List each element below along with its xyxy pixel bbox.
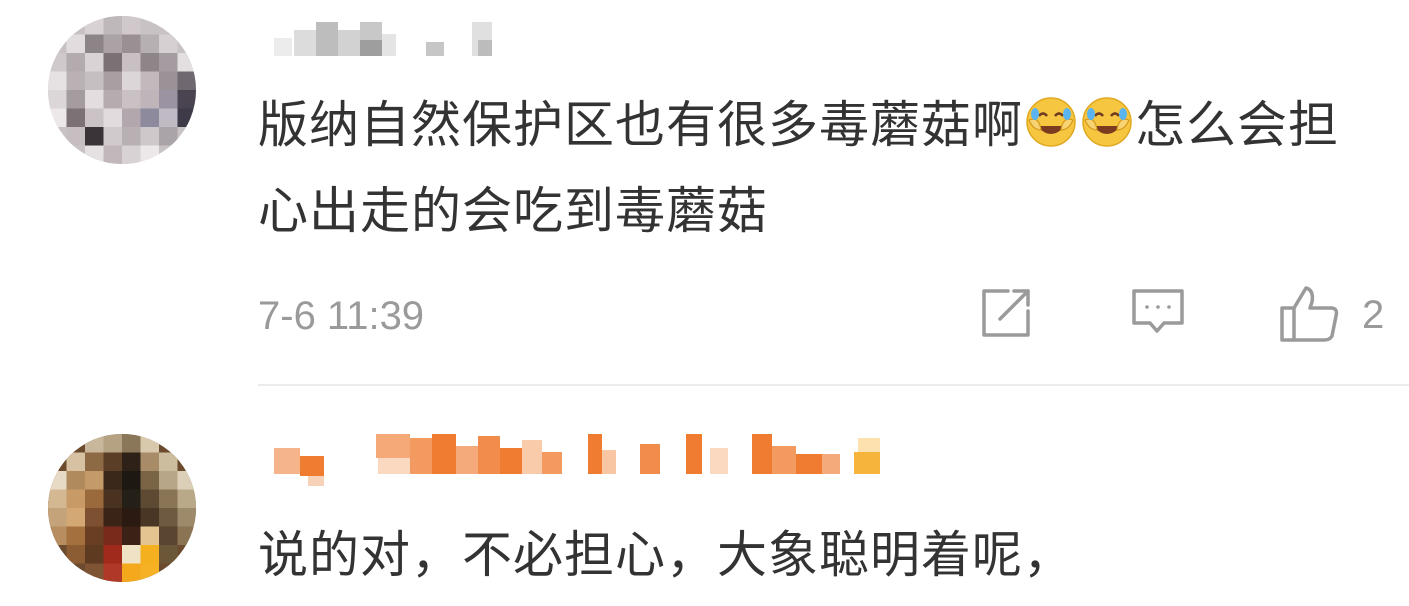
- thumbs-up-icon: [1278, 282, 1340, 348]
- laugh-cry-emoji: [1025, 96, 1077, 148]
- like-button[interactable]: 2: [1278, 282, 1384, 348]
- reply-button[interactable]: [1130, 282, 1186, 348]
- username-redacted[interactable]: [258, 428, 898, 486]
- avatar[interactable]: [48, 16, 196, 164]
- comment-text-line: 说的对，不必担心，大象聪明着呢，: [258, 526, 1074, 584]
- laugh-cry-emoji: [1081, 96, 1133, 148]
- comment-text-part1: 版纳自然保护区也有很多毒蘑菇啊: [258, 96, 1023, 154]
- comment-icon: [1130, 285, 1186, 345]
- comment-timestamp: 7-6 11:39: [258, 294, 425, 338]
- comment-text: 说的对，不必担心，大象聪明着呢，: [258, 512, 1368, 598]
- divider: [258, 384, 1409, 386]
- comment-text: 版纳自然保护区也有很多毒蘑菇啊 怎么会担心出走的会吃到毒蘑菇: [258, 82, 1368, 254]
- like-count: 2: [1362, 292, 1385, 337]
- avatar[interactable]: [48, 434, 196, 582]
- share-icon: [978, 285, 1034, 345]
- share-button[interactable]: [978, 282, 1034, 348]
- username-redacted[interactable]: [258, 8, 508, 64]
